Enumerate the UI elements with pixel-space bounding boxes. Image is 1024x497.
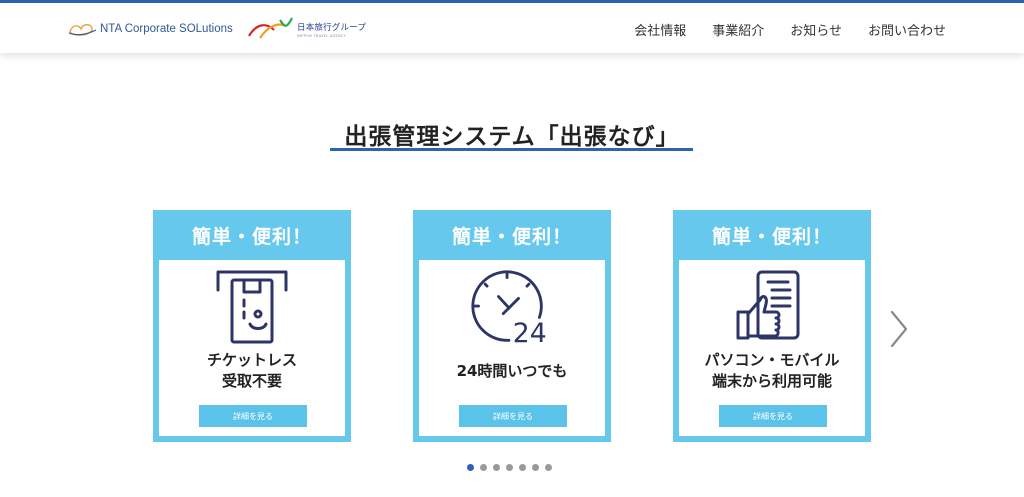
card-body: チケットレス 受取不要 詳細を見る — [159, 260, 345, 436]
feature-card-ticketless: 簡単・便利！ チケットレス 受取不要 詳細を見る — [153, 210, 351, 442]
card-text-line2: 端末から利用可能 — [711, 372, 832, 390]
nta-logo-text: NTA Corporate SOLutions — [100, 23, 233, 35]
card-description: 24時間いつでも — [419, 350, 605, 392]
main-nav: 会社情報 事業紹介 お知らせ お問い合わせ — [608, 20, 946, 39]
details-button[interactable]: 詳細を見る — [199, 405, 307, 427]
card-text-line1: パソコン・モバイル — [704, 351, 840, 369]
clock-24-hours-icon: 24 — [419, 268, 605, 346]
group-logo-subtext: NIPPON TRAVEL AGENCY — [297, 33, 347, 38]
nav-contact[interactable]: お問い合わせ — [868, 20, 946, 39]
card-body: パソコン・モバイル 端末から利用可能 詳細を見る — [679, 260, 865, 436]
svg-text:24: 24 — [513, 318, 547, 346]
nav-news[interactable]: お知らせ — [790, 20, 842, 39]
card-description: チケットレス 受取不要 — [159, 350, 345, 392]
section-title: 出張管理システム「出張なび」 — [344, 124, 680, 150]
title-underline — [330, 148, 693, 151]
nippon-travel-arc-icon — [248, 17, 293, 39]
nav-company-info[interactable]: 会社情報 — [634, 20, 686, 39]
card-heading: 簡単・便利！ — [711, 225, 832, 248]
card-text-line2: 受取不要 — [221, 372, 282, 390]
details-button[interactable]: 詳細を見る — [719, 405, 827, 427]
card-heading: 簡単・便利！ — [451, 225, 572, 248]
nta-logo[interactable]: NTA Corporate SOLutions — [68, 18, 233, 40]
card-body: 24 24時間いつでも 詳細を見る — [419, 260, 605, 436]
carousel-dot[interactable] — [467, 464, 474, 471]
carousel-dot[interactable] — [545, 464, 552, 471]
carousel-dot[interactable] — [493, 464, 500, 471]
carousel-dot[interactable] — [519, 464, 526, 471]
card-description: パソコン・モバイル 端末から利用可能 — [679, 350, 865, 392]
atm-ticketless-icon — [159, 268, 345, 346]
carousel-dot[interactable] — [506, 464, 513, 471]
mobile-thumbs-up-icon — [679, 268, 865, 346]
carousel-dot[interactable] — [532, 464, 539, 471]
card-text-line1: 24時間いつでも — [456, 361, 568, 380]
card-text-line1: チケットレス — [206, 351, 297, 369]
feature-card-mobile: 簡単・便利！ パソコン・モバイル 端末から利用可能 詳細を見る — [673, 210, 871, 442]
feature-card-24-hours: 簡単・便利！ 24 24時間いつでも 詳細を見る — [413, 210, 611, 442]
details-button[interactable]: 詳細を見る — [459, 405, 567, 427]
group-logo-text: 日本旅行グループ — [297, 22, 367, 33]
nta-heart-icon — [68, 24, 97, 36]
carousel-dot[interactable] — [480, 464, 487, 471]
carousel-pagination — [467, 464, 558, 471]
site-header: NTA Corporate SOLutions 日本旅行グループ NIPPON … — [0, 3, 1024, 53]
nav-business[interactable]: 事業紹介 — [712, 20, 764, 39]
nippon-travel-group-logo[interactable]: 日本旅行グループ NIPPON TRAVEL AGENCY — [246, 15, 366, 43]
card-heading: 簡単・便利！ — [191, 225, 312, 248]
chevron-right-icon[interactable] — [884, 306, 914, 352]
